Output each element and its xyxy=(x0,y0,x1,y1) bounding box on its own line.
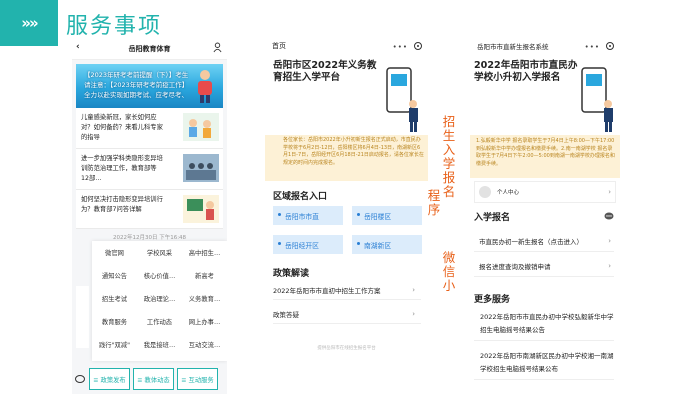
bottom-tab-bar: ≡ 政策发布 ≡ 教体动态 ≡ 互动服务 xyxy=(72,364,227,394)
page-title: 岳阳市区2022年义务教育招生入学平台 xyxy=(273,60,377,83)
news-title: 如何坚决打击隐形变异培训行为？教育部7问答详解 xyxy=(81,196,163,213)
family-illustration-icon xyxy=(183,113,219,141)
tab-service[interactable]: ≡ 互动服务 xyxy=(177,368,218,390)
nav-bar: 岳阳市市直新生报名系统 ••• xyxy=(470,38,620,54)
close-miniprogram-icon[interactable] xyxy=(606,42,614,50)
annotation-program: 程序 xyxy=(427,188,441,217)
menu-item[interactable]: 践行"双减" xyxy=(92,333,137,356)
keyboard-icon[interactable] xyxy=(75,375,85,383)
more-icon[interactable]: ••• xyxy=(585,43,600,51)
chevron-right-icon: › xyxy=(608,236,611,245)
phone-illustration-icon xyxy=(581,67,613,132)
menu-item[interactable]: 招生考试 xyxy=(92,287,137,310)
menu-item[interactable]: 我是接班… xyxy=(137,333,182,356)
apply-label: 市直民办初一新生报名（点击进入） xyxy=(479,237,583,246)
menu-item[interactable]: 高中招生… xyxy=(182,241,227,264)
menu-item[interactable]: 微官网 xyxy=(92,241,137,264)
menu-item[interactable]: 学校风采 xyxy=(137,241,182,264)
apply-section-title: 入学报名 xyxy=(474,213,511,223)
banner-text: 【2023年研考考前提醒（下）】考生请注意：【2023年研考考前疫工作】 全力以… xyxy=(84,71,189,99)
phone-screen-enrollment: 首页 ••• 岳阳市区2022年义务教育招生入学平台 各位家长：岳阳市2022年… xyxy=(265,38,428,394)
news-title: 儿童感染新冠，家长如何应对？如何备药？来看儿科专家的指导 xyxy=(81,114,163,141)
region-button[interactable]: 岳阳楼区 xyxy=(352,206,422,225)
menu-item[interactable]: 工作动态 xyxy=(137,310,182,333)
more-icon[interactable]: ••• xyxy=(393,43,408,51)
list-item[interactable]: 如何坚决打击隐形变异培训行为？教育部7问答详解 xyxy=(76,190,223,229)
notice-box: 各位家长：岳阳市2022年小升初新生报名正式启动，市直民办学校将于6月2日-12… xyxy=(265,135,428,181)
notice-text: 各位家长：岳阳市2022年小升初新生报名正式启动，市直民办学校将于6月2日-12… xyxy=(283,137,424,166)
close-miniprogram-icon[interactable] xyxy=(414,42,422,50)
phone-screen-registration: 岳阳市市直新生报名系统 ••• 2022年岳阳市市直民办学校小升初入学报名 1.… xyxy=(470,38,620,394)
footer-text: 提供岳阳市在线招生报名平台 xyxy=(317,346,376,351)
menu-item[interactable]: 新高考 xyxy=(182,264,227,287)
chat-icon[interactable] xyxy=(604,212,614,221)
annotation-wechat: 微信小 xyxy=(442,250,456,293)
back-icon[interactable]: ‹ xyxy=(76,42,80,52)
phone-illustration-icon xyxy=(386,67,418,132)
cartoon-teacher-icon xyxy=(183,195,219,223)
chevron-right-icon: › xyxy=(412,285,415,294)
list-item[interactable]: 进一步加强学科类隐形变异培训防范治理工作，教育部等12部… xyxy=(76,149,223,190)
nav-bar: ‹ 岳阳教育体育 xyxy=(72,38,227,60)
slide-title: 服务事项 xyxy=(66,14,163,39)
service-label: 2022年岳阳市市直民办初中学校弘毅新华中学招生电脑摇号结果公告 xyxy=(480,313,614,334)
menu-item[interactable]: 通知公告 xyxy=(92,264,137,287)
timestamp: 2022年12月30日 下午16:48 xyxy=(112,235,187,241)
avatar xyxy=(479,186,491,198)
apply-item[interactable]: 报名进度查询及撤销申请 › xyxy=(474,255,614,277)
region-button[interactable]: 岳阳市市直 xyxy=(273,206,343,225)
menu-item[interactable]: 互动交流… xyxy=(182,333,227,356)
popup-menu: 微官网 学校风采 高中招生… 通知公告 核心价值… 新高考 招生考试 政治理论…… xyxy=(92,241,227,361)
policy-section-title: 政策解读 xyxy=(273,269,310,279)
more-section-title: 更多服务 xyxy=(474,295,511,305)
notice-box: 1.弘毅新华中学 报名录取学生于7月4日上午8:00—下午17:00到弘毅新华中… xyxy=(470,135,620,178)
apply-item[interactable]: 市直民办初一新生报名（点击进入） › xyxy=(474,230,614,252)
page-title: 2022年岳阳市市直民办学校小升初入学报名 xyxy=(474,60,578,83)
menu-item[interactable]: 核心价值… xyxy=(137,264,182,287)
background-card xyxy=(76,286,89,348)
chevron-right-icon: › xyxy=(412,309,415,318)
service-item[interactable]: 2022年岳阳市市直民办初中学校弘毅新华中学招生电脑摇号结果公告 xyxy=(474,308,614,341)
menu-item[interactable]: 政治理论… xyxy=(137,287,182,310)
region-section-title: 区域报名入口 xyxy=(273,192,328,202)
policy-item[interactable]: 2022年岳阳市市直初中招生工作方案 › xyxy=(273,280,421,300)
news-title: 进一步加强学科类隐形变异培训防范治理工作，教育部等12部… xyxy=(81,155,163,182)
annotation-enrollment: 招生入学报名 xyxy=(442,114,456,199)
news-banner[interactable]: 【2023年研考考前提醒（下）】考生请注意：【2023年研考考前疫工作】 全力以… xyxy=(76,64,223,108)
service-label: 2022年岳阳市南湖新区民办初中学校湘一南湖学校招生电脑摇号结果公布 xyxy=(480,352,614,373)
policy-label: 政策答疑 xyxy=(273,310,299,319)
notice-text: 1.弘毅新华中学 报名录取学生于7月4日上午8:00—下午17:00到弘毅新华中… xyxy=(476,138,615,167)
nav-title: 岳阳教育体育 xyxy=(128,44,171,53)
region-button[interactable]: 南湖新区 xyxy=(352,235,422,254)
tab-policy[interactable]: ≡ 政策发布 xyxy=(89,368,130,390)
phone-screen-education: ‹ 岳阳教育体育 【2023年研考考前提醒（下）】考生请注意：【2023年研考考… xyxy=(72,38,227,394)
menu-item[interactable]: 义务教育… xyxy=(182,287,227,310)
student-figure-icon xyxy=(198,70,212,103)
nav-bar: 首页 ••• xyxy=(265,38,428,54)
nav-title: 首页 xyxy=(272,42,286,50)
chevron-right-icon: › xyxy=(608,261,611,270)
apply-label: 报名进度查询及撤销申请 xyxy=(479,262,551,271)
policy-label: 2022年岳阳市市直初中招生工作方案 xyxy=(273,286,381,295)
chevron-right-icon: › xyxy=(608,188,611,196)
nav-title: 岳阳市市直新生报名系统 xyxy=(477,43,549,51)
user-center-row[interactable]: 个人中心 › xyxy=(474,181,616,203)
list-item[interactable]: 儿童感染新冠，家长如何应对？如何备药？来看儿科专家的指导 xyxy=(76,108,223,149)
policy-item[interactable]: 政策答疑 › xyxy=(273,304,421,324)
menu-item[interactable]: 网上办事… xyxy=(182,310,227,333)
menu-item[interactable]: 教育服务 xyxy=(92,310,137,333)
header-arrows-icon: »» xyxy=(0,0,58,46)
user-center-label: 个人中心 xyxy=(497,190,520,196)
region-button[interactable]: 岳阳经开区 xyxy=(273,235,343,254)
service-item[interactable]: 2022年岳阳市南湖新区民办初中学校湘一南湖学校招生电脑摇号结果公布 xyxy=(474,347,614,380)
tab-news[interactable]: ≡ 教体动态 xyxy=(133,368,174,390)
profile-icon[interactable] xyxy=(213,42,222,53)
meeting-photo-icon xyxy=(183,154,219,182)
